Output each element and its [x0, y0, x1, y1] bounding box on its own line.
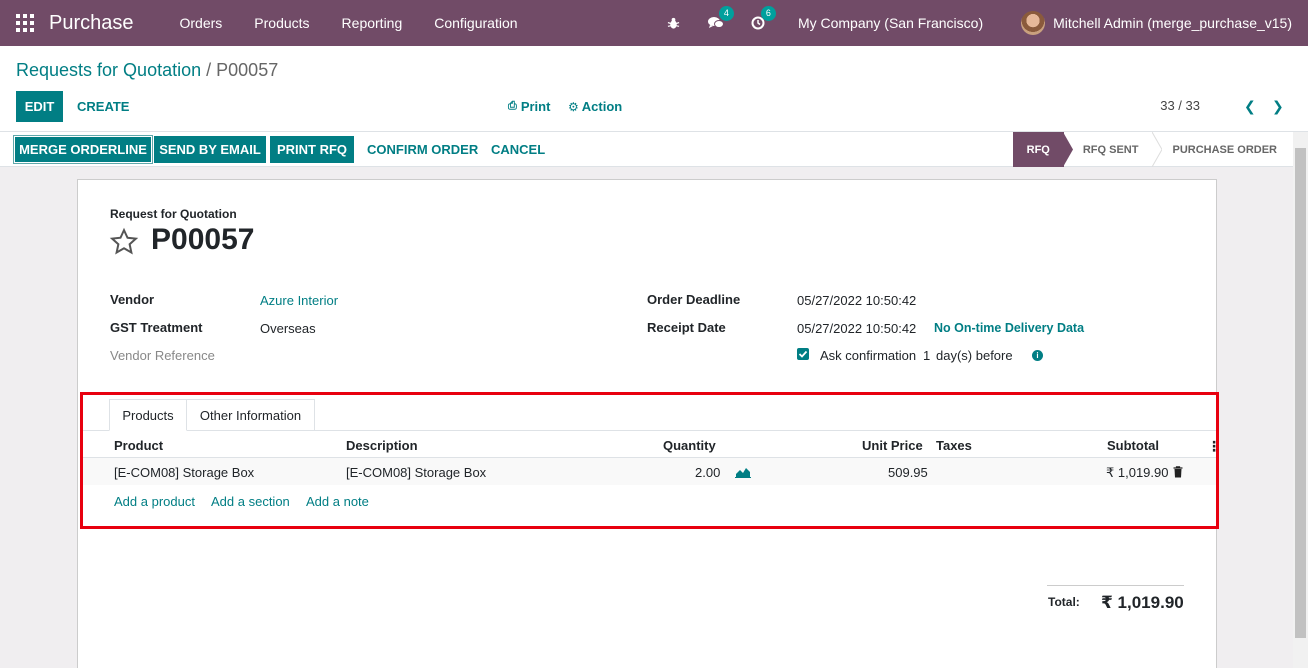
cancel-button[interactable]: CANCEL [491, 136, 545, 163]
status-separator-icon [1152, 132, 1163, 167]
add-product-link[interactable]: Add a product [114, 494, 195, 509]
confirm-order-button[interactable]: CONFIRM ORDER [367, 136, 478, 163]
row-description[interactable]: [E-COM08] Storage Box [346, 465, 486, 480]
add-note-link[interactable]: Add a note [306, 494, 369, 509]
column-taxes[interactable]: Taxes [936, 438, 972, 453]
ask-confirmation-suffix: day(s) before [936, 348, 1013, 363]
edit-button[interactable]: EDIT [16, 91, 63, 122]
column-options-icon[interactable]: ⋮ [1207, 438, 1221, 455]
gst-treatment-label: GST Treatment [110, 320, 203, 335]
info-tooltip-icon[interactable]: i [1032, 350, 1043, 361]
status-step-rfq-sent[interactable]: RFQ SENT [1073, 132, 1153, 167]
row-product[interactable]: [E-COM08] Storage Box [114, 465, 254, 480]
order-deadline-value: 05/27/2022 10:50:42 [797, 293, 917, 308]
row-subtotal: ₹ 1,019.90 [1106, 465, 1169, 480]
receipt-date-label: Receipt Date [647, 320, 726, 335]
vendor-label: Vendor [110, 292, 155, 307]
company-switcher[interactable]: My Company (San Francisco) [798, 15, 983, 31]
delete-trash-icon[interactable] [1173, 466, 1183, 478]
ask-confirmation-days[interactable]: 1 [923, 348, 930, 363]
column-unit-price[interactable]: Unit Price [862, 438, 923, 453]
chat-icon[interactable]: 4 [706, 6, 734, 33]
column-quantity[interactable]: Quantity [663, 438, 716, 453]
status-steps: RFQ RFQ SENT PURCHASE ORDER [1012, 132, 1293, 167]
status-step-rfq[interactable]: RFQ [1012, 132, 1064, 167]
print-menu[interactable]: ⎙ Print [508, 91, 550, 122]
menu-orders[interactable]: Orders [164, 15, 239, 31]
vendor-reference-label: Vendor Reference [110, 348, 215, 363]
breadcrumb-separator: / [206, 60, 212, 80]
row-unit-price[interactable]: 509.95 [888, 465, 928, 480]
app-title[interactable]: Purchase [49, 12, 134, 35]
print-label: Print [520, 99, 551, 114]
pager-next-icon[interactable]: ❯ [1272, 98, 1284, 115]
debug-bug-icon[interactable] [664, 13, 684, 33]
user-avatar[interactable] [1021, 11, 1046, 35]
document-type-label: Request for Quotation [110, 207, 237, 221]
column-description[interactable]: Description [346, 438, 418, 453]
total-label: Total: [1048, 595, 1080, 609]
chat-count-badge: 4 [718, 6, 734, 21]
forecast-chart-icon[interactable] [735, 466, 751, 478]
activity-count-badge: 6 [760, 6, 776, 21]
tab-products[interactable]: Products [109, 399, 187, 431]
ask-confirmation-label: Ask confirmation [820, 348, 917, 363]
breadcrumb-current: P00057 [216, 60, 279, 80]
receipt-date-value: 05/27/2022 10:50:42 [797, 321, 917, 336]
vendor-value[interactable]: Azure Interior [260, 293, 338, 308]
document-name: P00057 [151, 223, 255, 256]
action-label: Action [581, 99, 623, 114]
column-subtotal[interactable]: Subtotal [1107, 438, 1159, 453]
form-statusbar: MERGE ORDERLINE SEND BY EMAIL PRINT RFQ … [0, 132, 1293, 167]
action-menu[interactable]: ⚙ Action [568, 91, 622, 122]
apps-menu-icon[interactable] [16, 14, 34, 32]
row-quantity[interactable]: 2.00 [695, 465, 720, 480]
total-divider [1047, 585, 1184, 586]
top-navbar: Purchase Orders Products Reporting Confi… [0, 0, 1308, 46]
user-menu[interactable]: Mitchell Admin (merge_purchase_v15) [1053, 15, 1292, 31]
checkmark-icon [798, 350, 808, 358]
order-deadline-label: Order Deadline [647, 292, 741, 307]
gear-icon: ⚙ [568, 99, 579, 114]
menu-products[interactable]: Products [238, 15, 325, 31]
printer-icon: ⎙ [508, 100, 517, 112]
table-row[interactable]: [E-COM08] Storage Box [E-COM08] Storage … [83, 458, 1216, 485]
menu-configuration[interactable]: Configuration [418, 15, 533, 31]
add-section-link[interactable]: Add a section [211, 494, 290, 509]
favorite-star-icon[interactable] [109, 227, 139, 257]
pager-previous-icon[interactable]: ❮ [1244, 98, 1256, 115]
status-step-purchase-order[interactable]: PURCHASE ORDER [1162, 132, 1293, 167]
delivery-data-link[interactable]: No On-time Delivery Data [934, 321, 1084, 335]
breadcrumb-parent[interactable]: Requests for Quotation [16, 60, 201, 80]
send-by-email-button[interactable]: SEND BY EMAIL [154, 136, 266, 163]
total-value: ₹ 1,019.90 [1101, 593, 1184, 612]
print-rfq-button[interactable]: PRINT RFQ [270, 136, 354, 163]
merge-orderline-button[interactable]: MERGE ORDERLINE [13, 135, 153, 164]
breadcrumb: Requests for Quotation / P00057 [16, 60, 278, 81]
top-menu: Orders Products Reporting Configuration [164, 15, 534, 31]
menu-reporting[interactable]: Reporting [326, 15, 419, 31]
scrollbar-thumb[interactable] [1295, 148, 1306, 638]
ask-confirmation-checkbox[interactable] [797, 348, 809, 360]
activity-clock-icon[interactable]: 6 [748, 6, 776, 33]
column-product[interactable]: Product [114, 438, 163, 453]
gst-treatment-value: Overseas [260, 321, 316, 336]
order-lines-section: Products Other Information Product Descr… [80, 392, 1221, 529]
create-button[interactable]: CREATE [77, 91, 129, 122]
pager-value[interactable]: 33 / 33 [1160, 98, 1200, 113]
systray: 4 6 My Company (San Francisco) Mitchell … [664, 0, 1308, 46]
tab-other-information[interactable]: Other Information [187, 399, 315, 431]
vertical-scrollbar[interactable] [1293, 132, 1308, 668]
status-arrow-icon [1062, 132, 1073, 167]
control-panel: Requests for Quotation / P00057 EDIT CRE… [0, 46, 1308, 132]
